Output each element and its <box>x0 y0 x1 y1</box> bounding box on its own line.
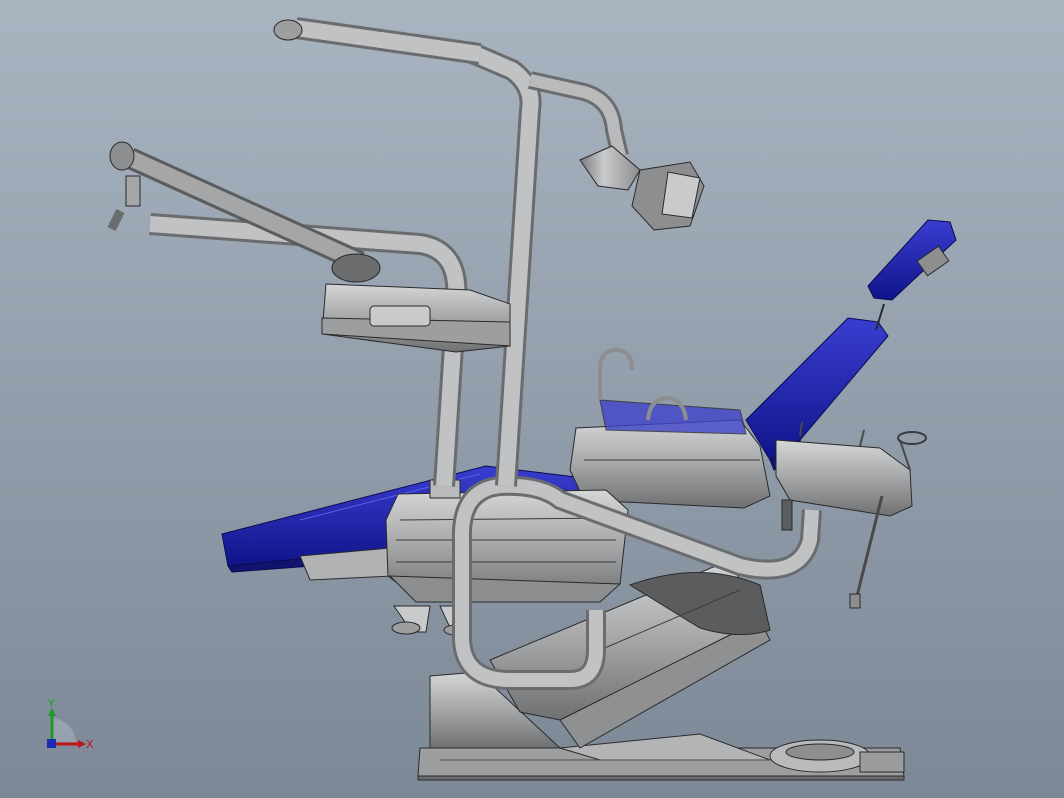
x-axis-label: X <box>86 738 94 751</box>
dental-chair-model: X Y <box>0 0 1064 798</box>
z-axis-marker <box>47 739 56 748</box>
y-axis-label: Y <box>47 697 55 710</box>
cad-viewport[interactable]: X Y <box>0 0 1064 798</box>
